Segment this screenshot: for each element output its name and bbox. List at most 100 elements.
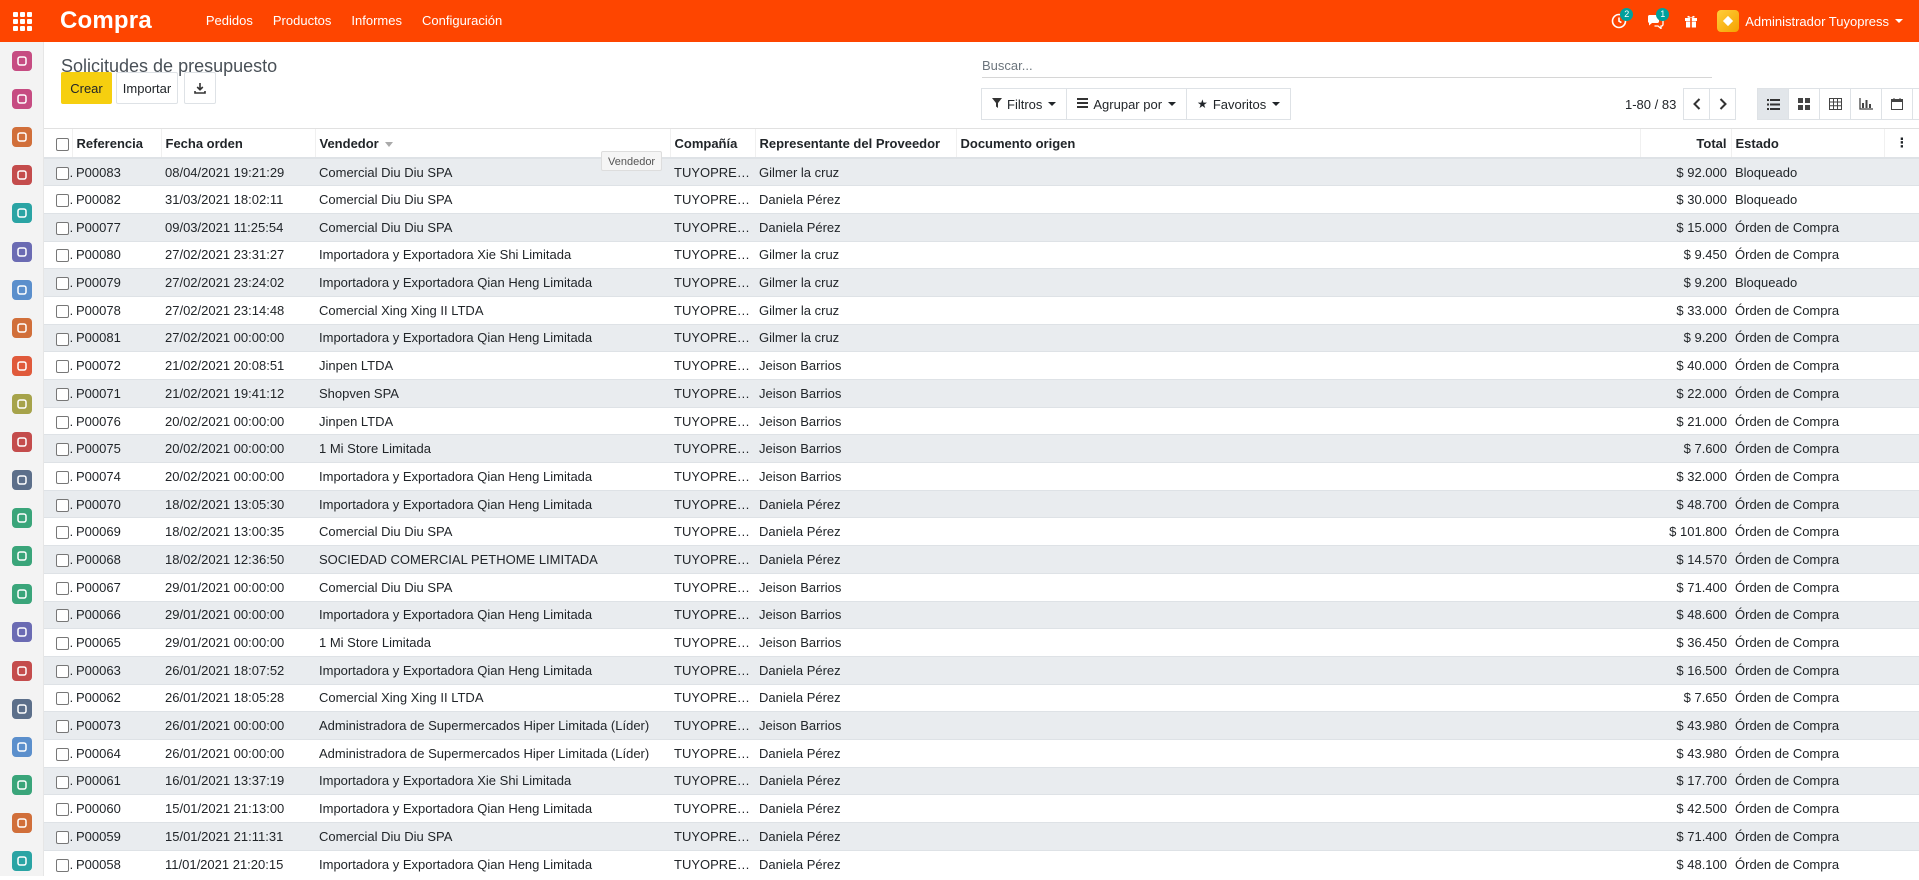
column-header-compania[interactable]: Compañía — [669, 129, 755, 159]
column-header-referencia[interactable]: Referencia — [71, 129, 161, 159]
row-checkbox-cell[interactable] — [44, 380, 72, 408]
row-checkbox[interactable] — [56, 221, 69, 235]
row-checkbox-cell[interactable] — [44, 684, 72, 712]
row-checkbox[interactable] — [56, 277, 69, 291]
table-row[interactable]: P00079 27/02/2021 23:24:02 Importadora y E… — [44, 268, 1919, 297]
search-input[interactable] — [982, 54, 1712, 76]
column-header-documento-origen[interactable]: Documento origen — [955, 129, 1640, 159]
sidebar-app-tags[interactable] — [0, 766, 44, 804]
app-brand[interactable]: Compra — [60, 7, 152, 35]
row-checkbox[interactable] — [56, 387, 69, 401]
table-row[interactable]: P00065 29/01/2021 00:00:00 1 Mi Store Limi… — [44, 628, 1919, 657]
row-checkbox-cell[interactable] — [44, 767, 72, 795]
table-row[interactable]: P00075 20/02/2021 00:00:00 1 Mi Store Limi… — [44, 434, 1919, 463]
table-row[interactable]: P00059 15/01/2021 21:11:31 Comercial Diu D… — [44, 822, 1919, 851]
column-header-representante[interactable]: Representante del Proveedor — [754, 129, 956, 159]
column-header-estado[interactable]: Estado — [1730, 129, 1884, 159]
row-checkbox[interactable] — [56, 498, 69, 512]
sidebar-app-crm[interactable] — [0, 118, 44, 156]
pivot-view-button[interactable] — [1819, 88, 1851, 120]
row-checkbox-cell[interactable] — [44, 186, 72, 214]
select-all-checkbox[interactable] — [56, 137, 69, 151]
table-row[interactable]: P00076 20/02/2021 00:00:00 Jinpen LTDA TUYO… — [44, 407, 1919, 435]
table-row[interactable]: P00064 26/01/2021 00:00:00 Administradora … — [44, 739, 1919, 767]
menu-item-pedidos[interactable]: Pedidos — [196, 0, 263, 42]
table-row[interactable]: P00062 26/01/2021 18:05:28 Comercial Xing … — [44, 684, 1919, 712]
activity-icon[interactable]: 2 — [1601, 0, 1637, 42]
row-checkbox-cell[interactable] — [44, 712, 72, 740]
row-checkbox[interactable] — [56, 443, 69, 457]
app-menu-icon[interactable] — [0, 0, 44, 42]
sidebar-app-maintenance[interactable] — [0, 537, 44, 575]
row-checkbox[interactable] — [56, 664, 69, 678]
sidebar-app-documents[interactable] — [0, 232, 44, 270]
table-row[interactable]: P00060 15/01/2021 21:13:00 Importadora y E… — [44, 794, 1919, 823]
table-row[interactable]: P00066 29/01/2021 00:00:00 Importadora y E… — [44, 601, 1919, 629]
sidebar-app-timesheets[interactable] — [0, 652, 44, 690]
table-row[interactable]: P00069 18/02/2021 13:00:35 Comercial Diu D… — [44, 517, 1919, 546]
table-row[interactable]: P00061 16/01/2021 13:37:19 Importadora y E… — [44, 767, 1919, 795]
sidebar-app-fleet[interactable] — [0, 575, 44, 613]
row-checkbox-cell[interactable] — [44, 213, 72, 241]
row-checkbox[interactable] — [56, 692, 69, 706]
sidebar-app-contacts[interactable] — [0, 194, 44, 232]
sidebar-app-mobile[interactable] — [0, 728, 44, 766]
sidebar-app-calendar[interactable] — [0, 80, 44, 118]
row-checkbox[interactable] — [56, 747, 69, 761]
sidebar-app-notes[interactable] — [0, 804, 44, 842]
optional-columns-toggle[interactable]: ⋮ — [1883, 129, 1919, 159]
row-checkbox[interactable] — [56, 332, 69, 346]
row-checkbox-cell[interactable] — [44, 795, 72, 823]
row-checkbox-cell[interactable] — [44, 518, 72, 546]
sidebar-app-livechat[interactable] — [0, 423, 44, 461]
table-row[interactable]: P00067 29/01/2021 00:00:00 Comercial Diu D… — [44, 573, 1919, 601]
user-menu[interactable]: Administrador Tuyopress — [1709, 10, 1919, 32]
table-row[interactable]: P00073 26/01/2021 00:00:00 Administradora … — [44, 711, 1919, 740]
table-row[interactable]: P00063 26/01/2021 18:07:52 Importadora y E… — [44, 656, 1919, 685]
sidebar-app-apps[interactable] — [0, 613, 44, 651]
row-checkbox[interactable] — [56, 166, 69, 180]
row-checkbox-cell[interactable] — [44, 463, 72, 491]
gift-icon[interactable] — [1673, 0, 1709, 42]
table-row[interactable]: P00070 18/02/2021 13:05:30 Importadora y E… — [44, 490, 1919, 518]
row-checkbox-cell[interactable] — [44, 629, 72, 657]
create-button[interactable]: Crear — [61, 72, 112, 104]
row-checkbox-cell[interactable] — [44, 823, 72, 851]
table-row[interactable]: P00072 21/02/2021 20:08:51 Jinpen LTDA TUYO… — [44, 351, 1919, 380]
row-checkbox-cell[interactable] — [44, 269, 72, 297]
table-row[interactable]: P00081 27/02/2021 00:00:00 Importadora y E… — [44, 324, 1919, 352]
row-checkbox-cell[interactable] — [44, 352, 72, 380]
list-view-button[interactable] — [1757, 88, 1789, 120]
row-checkbox[interactable] — [56, 526, 69, 540]
row-checkbox[interactable] — [56, 415, 69, 429]
sidebar-app-sales[interactable] — [0, 156, 44, 194]
row-checkbox[interactable] — [56, 554, 69, 567]
table-row[interactable]: P00082 31/03/2021 18:02:11 Comercial Diu D… — [44, 185, 1919, 214]
column-header-total[interactable]: Total — [1639, 129, 1731, 159]
kanban-view-button[interactable] — [1788, 88, 1820, 120]
row-checkbox[interactable] — [56, 360, 69, 374]
row-checkbox-cell[interactable] — [44, 241, 72, 269]
pager-next-button[interactable] — [1709, 88, 1737, 120]
row-checkbox-cell[interactable] — [44, 656, 72, 684]
row-checkbox-cell[interactable] — [44, 490, 72, 518]
sidebar-app-pos[interactable] — [0, 461, 44, 499]
row-checkbox[interactable] — [56, 637, 69, 651]
sidebar-app-email-marketing[interactable] — [0, 690, 44, 728]
row-checkbox[interactable] — [56, 194, 69, 208]
sidebar-app-discuss[interactable] — [0, 42, 44, 80]
import-button[interactable]: Importar — [116, 72, 178, 104]
pager-previous-button[interactable] — [1683, 88, 1711, 120]
row-checkbox[interactable] — [56, 803, 69, 817]
row-checkbox-cell[interactable] — [44, 601, 72, 629]
row-checkbox-cell[interactable] — [44, 573, 72, 601]
table-row[interactable]: P00071 21/02/2021 19:41:12 Shopven SPA TUYO… — [44, 379, 1919, 408]
sidebar-app-website[interactable] — [0, 347, 44, 385]
sidebar-app-employees[interactable] — [0, 499, 44, 537]
row-checkbox[interactable] — [56, 304, 69, 318]
row-checkbox[interactable] — [56, 720, 69, 734]
table-row[interactable]: P00080 27/02/2021 23:31:27 Importadora y E… — [44, 241, 1919, 269]
row-checkbox[interactable] — [56, 609, 69, 623]
table-row[interactable]: P00077 09/03/2021 11:25:54 Comercial Diu D… — [44, 213, 1919, 242]
row-checkbox[interactable] — [56, 470, 69, 484]
